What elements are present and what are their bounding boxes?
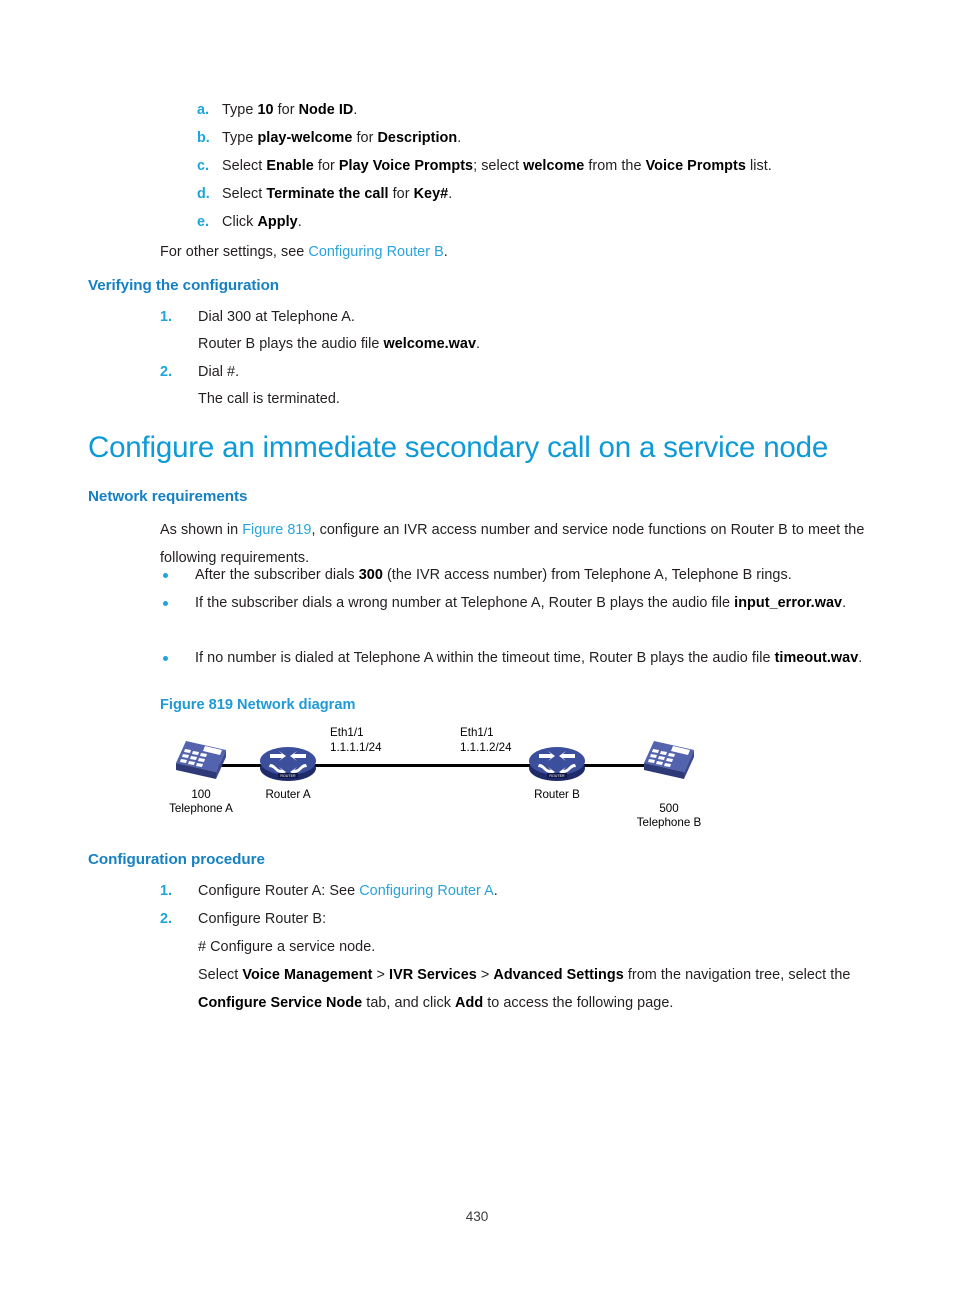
substep-marker-c: c.: [197, 158, 210, 174]
router-badge-label: ROUTER: [280, 774, 296, 778]
interface-left-port: Eth1/1: [330, 726, 364, 739]
telephone-b-number: 500: [659, 802, 679, 815]
interface-right-address: 1.1.1.2/24: [460, 741, 512, 754]
requirement-item-2: If the subscriber dials a wrong number a…: [195, 595, 847, 611]
substep-text-e: Click Apply.: [222, 214, 302, 230]
telephone-icon: [176, 741, 226, 779]
link-routerb-phoneb: [583, 764, 645, 767]
document-page: a. Type 10 for Node ID. b. Type play-wel…: [0, 0, 954, 1296]
heading-verifying-the-configuration: Verifying the configuration: [88, 277, 280, 294]
router-icon: ROUTER: [260, 747, 316, 781]
substep-text-a: Type 10 for Node ID.: [222, 102, 358, 118]
substep-marker-d: d.: [197, 186, 210, 202]
bullet-dot-icon: [163, 601, 168, 606]
telephone-b-name: Telephone B: [636, 816, 702, 829]
substep-text-d: Select Terminate the call for Key#.: [222, 186, 453, 202]
heading-configuration-procedure: Configuration procedure: [88, 851, 265, 868]
requirement-item-3: If no number is dialed at Telephone A wi…: [195, 650, 863, 666]
verify-marker-1: 1.: [160, 309, 173, 325]
bullet-dot-icon: [163, 656, 168, 661]
config-text-2: Configure Router B:: [198, 911, 327, 927]
router-badge-label: ROUTER: [549, 774, 565, 778]
substep-marker-b: b.: [197, 130, 210, 146]
router-icon: ROUTER: [529, 747, 585, 781]
link-routera-routerb: [306, 764, 550, 767]
verify-text-2: Dial #.: [198, 364, 240, 380]
page-title: Configure an immediate secondary call on…: [88, 431, 829, 464]
bullet-dot-icon: [163, 573, 168, 578]
substep-text-c: Select Enable for Play Voice Prompts; se…: [222, 158, 772, 174]
config-marker-1: 1.: [160, 883, 173, 899]
substep-marker-a: a.: [197, 102, 210, 118]
config-comment: # Configure a service node.: [198, 939, 376, 955]
page-number: 430: [465, 1209, 489, 1224]
interface-left-address: 1.1.1.1/24: [330, 741, 382, 754]
config-marker-2: 2.: [160, 911, 173, 927]
interface-right-port: Eth1/1: [460, 726, 494, 739]
figure-caption: Figure 819 Network diagram: [160, 697, 356, 713]
config-navigation-instructions: Select Voice Management > IVR Services >…: [198, 967, 851, 1011]
verify-marker-2: 2.: [160, 364, 173, 380]
verify-text-1: Dial 300 at Telephone A.: [198, 309, 355, 325]
substep-marker-e: e.: [197, 214, 210, 230]
telephone-icon: [644, 741, 694, 779]
other-settings-note: For other settings, see Configuring Rout…: [160, 244, 448, 260]
telephone-a-name: Telephone A: [169, 802, 233, 815]
requirement-item-1: After the subscriber dials 300 (the IVR …: [195, 567, 792, 583]
telephone-a-number: 100: [191, 788, 211, 801]
heading-network-requirements: Network requirements: [88, 488, 248, 505]
router-b-name: Router B: [534, 788, 580, 801]
verify-subtext-1: Router B plays the audio file welcome.wa…: [198, 336, 481, 352]
network-diagram: 100 Telephone A ROUTER Router A Eth1/1 1…: [160, 722, 720, 829]
config-text-1: Configure Router A: See Configuring Rout…: [198, 883, 498, 899]
substep-text-b: Type play-welcome for Description.: [222, 130, 462, 146]
verify-subtext-2: The call is terminated.: [198, 391, 340, 407]
router-a-name: Router A: [265, 788, 311, 801]
